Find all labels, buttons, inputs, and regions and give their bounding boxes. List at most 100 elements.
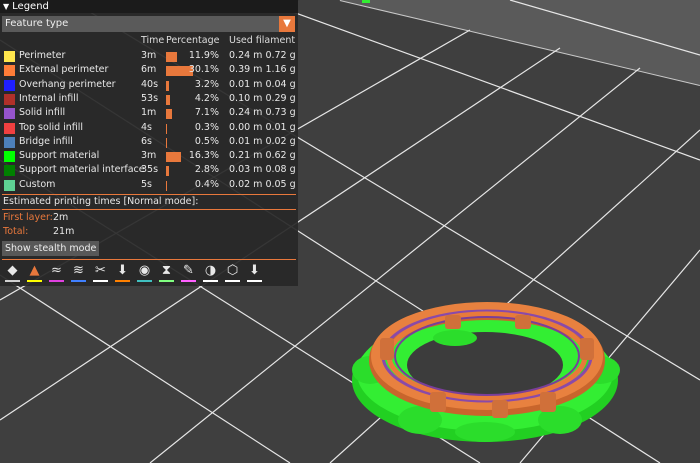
feature-time: 40s [141, 78, 159, 90]
total-value: 21m [53, 226, 75, 237]
center-of-gravity-icon[interactable]: ◑ [201, 262, 220, 282]
show-stealth-mode-button[interactable]: Show stealth mode [2, 241, 100, 256]
feature-filament: 0.24 m 0.72 g [229, 50, 296, 61]
feature-time: 6s [141, 135, 152, 147]
legend-row[interactable]: Bridge infill 6s 0.5% 0.01 m 0.02 g [0, 136, 298, 150]
feature-percentage: 16.3% [188, 150, 219, 162]
feature-name: External perimeter [19, 64, 109, 76]
feature-name: Internal infill [19, 92, 79, 104]
legend-title: Legend [12, 1, 49, 12]
color-swatch [4, 93, 15, 105]
feature-time: 1m [141, 107, 157, 119]
feature-percentage: 0.4% [194, 178, 219, 190]
estimated-times-title: Estimated printing times [Normal mode]: [3, 196, 199, 207]
legend-row[interactable]: External perimeter 6m 30.1% 0.39 m 1.16 g [0, 64, 298, 78]
feature-name: Bridge infill [19, 135, 73, 147]
retractions-icon[interactable]: ≈ [47, 262, 66, 282]
percentage-bar [166, 166, 169, 177]
feature-filament: 0.39 m 1.16 g [229, 64, 296, 76]
percentage-bar [166, 180, 167, 191]
feature-filament: 0.21 m 0.62 g [229, 150, 296, 162]
option-toolbar: ◆ ▲ ≈ ≋ ✂ ⬇ ◉ ⧗ ✎ ◑ ⬡ ⬇ [3, 262, 264, 284]
header-time: Time [141, 35, 165, 46]
feature-filament: 0.01 m 0.02 g [229, 135, 296, 147]
deretractions-icon[interactable]: ≋ [69, 262, 88, 282]
feature-filament: 0.03 m 0.08 g [229, 164, 296, 176]
feature-filament: 0.10 m 0.29 g [229, 92, 296, 104]
color-swatch [4, 79, 15, 91]
tool-changes-icon[interactable]: ⬇ [113, 262, 132, 282]
color-changes-icon[interactable]: ◉ [135, 262, 154, 282]
legend-row[interactable]: Support material interface 35s 2.8% 0.03 m … [0, 164, 298, 178]
view-type-combo[interactable]: Feature type ▼ [2, 16, 295, 32]
color-swatch [4, 122, 15, 134]
first-layer-label: First layer: [3, 212, 53, 223]
color-swatch [4, 151, 15, 163]
seams-icon[interactable]: ✂ [91, 262, 110, 282]
color-swatch [4, 165, 15, 177]
feature-time: 6m [141, 64, 157, 76]
separator [2, 209, 296, 210]
feature-name: Perimeter [19, 50, 66, 61]
separator [2, 259, 296, 260]
chevron-down-icon[interactable]: ▼ [279, 16, 295, 32]
color-swatch [4, 179, 15, 191]
pause-prints-icon[interactable]: ⧗ [157, 262, 176, 282]
feature-percentage: 30.1% [188, 64, 219, 76]
legend-row[interactable]: Solid infill 1m 7.1% 0.24 m 0.73 g [0, 107, 298, 121]
feature-time: 3m [141, 150, 157, 162]
green-marker [362, 0, 370, 3]
header-percentage: Percentage [166, 35, 220, 46]
percentage-bar [166, 94, 170, 105]
color-swatch [4, 51, 15, 62]
feature-percentage: 11.9% [188, 50, 219, 61]
feature-filament: 0.24 m 0.73 g [229, 107, 296, 119]
percentage-bar [166, 123, 167, 134]
feature-time: 35s [141, 164, 159, 176]
feature-time: 5s [141, 178, 152, 190]
feature-percentage: 4.2% [194, 92, 219, 104]
legend-row[interactable]: Perimeter 3m 11.9% 0.24 m 0.72 g [0, 50, 298, 64]
header-used-filament: Used filament [229, 35, 296, 46]
legend-row[interactable]: Custom 5s 0.4% 0.02 m 0.05 g [0, 179, 298, 193]
legend-header[interactable]: ▼ Legend [0, 0, 298, 13]
feature-percentage: 0.5% [194, 135, 219, 147]
color-swatch [4, 108, 15, 120]
wipe-icon[interactable]: ▲ [25, 262, 44, 282]
legend-row[interactable]: Internal infill 53s 4.2% 0.10 m 0.29 g [0, 93, 298, 107]
legend-panel: ▼ Legend Feature type ▼ Time Percentage U… [0, 0, 298, 286]
view-type-value: Feature type [5, 18, 69, 29]
feature-name: Top solid infill [19, 121, 84, 133]
color-swatch [4, 65, 15, 77]
feature-name: Support material interface [19, 164, 145, 176]
legend-row[interactable]: Overhang perimeter 40s 3.2% 0.01 m 0.04 g [0, 79, 298, 93]
feature-name: Solid infill [19, 107, 66, 119]
collapse-triangle-icon[interactable]: ▼ [3, 0, 9, 13]
feature-percentage: 3.2% [194, 78, 219, 90]
feature-time: 4s [141, 121, 152, 133]
feature-time: 53s [141, 92, 159, 104]
printed-object [352, 302, 620, 442]
percentage-bar [166, 137, 167, 148]
feature-filament: 0.01 m 0.04 g [229, 78, 296, 90]
legend-row[interactable]: Support material 3m 16.3% 0.21 m 0.62 g [0, 150, 298, 164]
travel-icon[interactable]: ◆ [3, 262, 22, 282]
feature-percentage: 7.1% [194, 107, 219, 119]
total-label: Total: [3, 226, 29, 237]
feature-filament: 0.00 m 0.01 g [229, 121, 296, 133]
feature-time: 3m [141, 50, 157, 61]
tool-marker-icon[interactable]: ⬇ [245, 262, 264, 282]
feature-name: Custom [19, 178, 56, 190]
color-swatch [4, 136, 15, 148]
shells-icon[interactable]: ⬡ [223, 262, 242, 282]
feature-name: Overhang perimeter [19, 78, 116, 90]
legend-row[interactable]: Top solid infill 4s 0.3% 0.00 m 0.01 g [0, 122, 298, 136]
feature-filament: 0.02 m 0.05 g [229, 178, 296, 190]
feature-name: Support material [19, 150, 100, 162]
percentage-bar [166, 80, 169, 91]
custom-gcodes-icon[interactable]: ✎ [179, 262, 198, 282]
feature-percentage: 0.3% [194, 121, 219, 133]
separator [2, 194, 296, 195]
feature-percentage: 2.8% [194, 164, 219, 176]
first-layer-value: 2m [53, 212, 69, 223]
